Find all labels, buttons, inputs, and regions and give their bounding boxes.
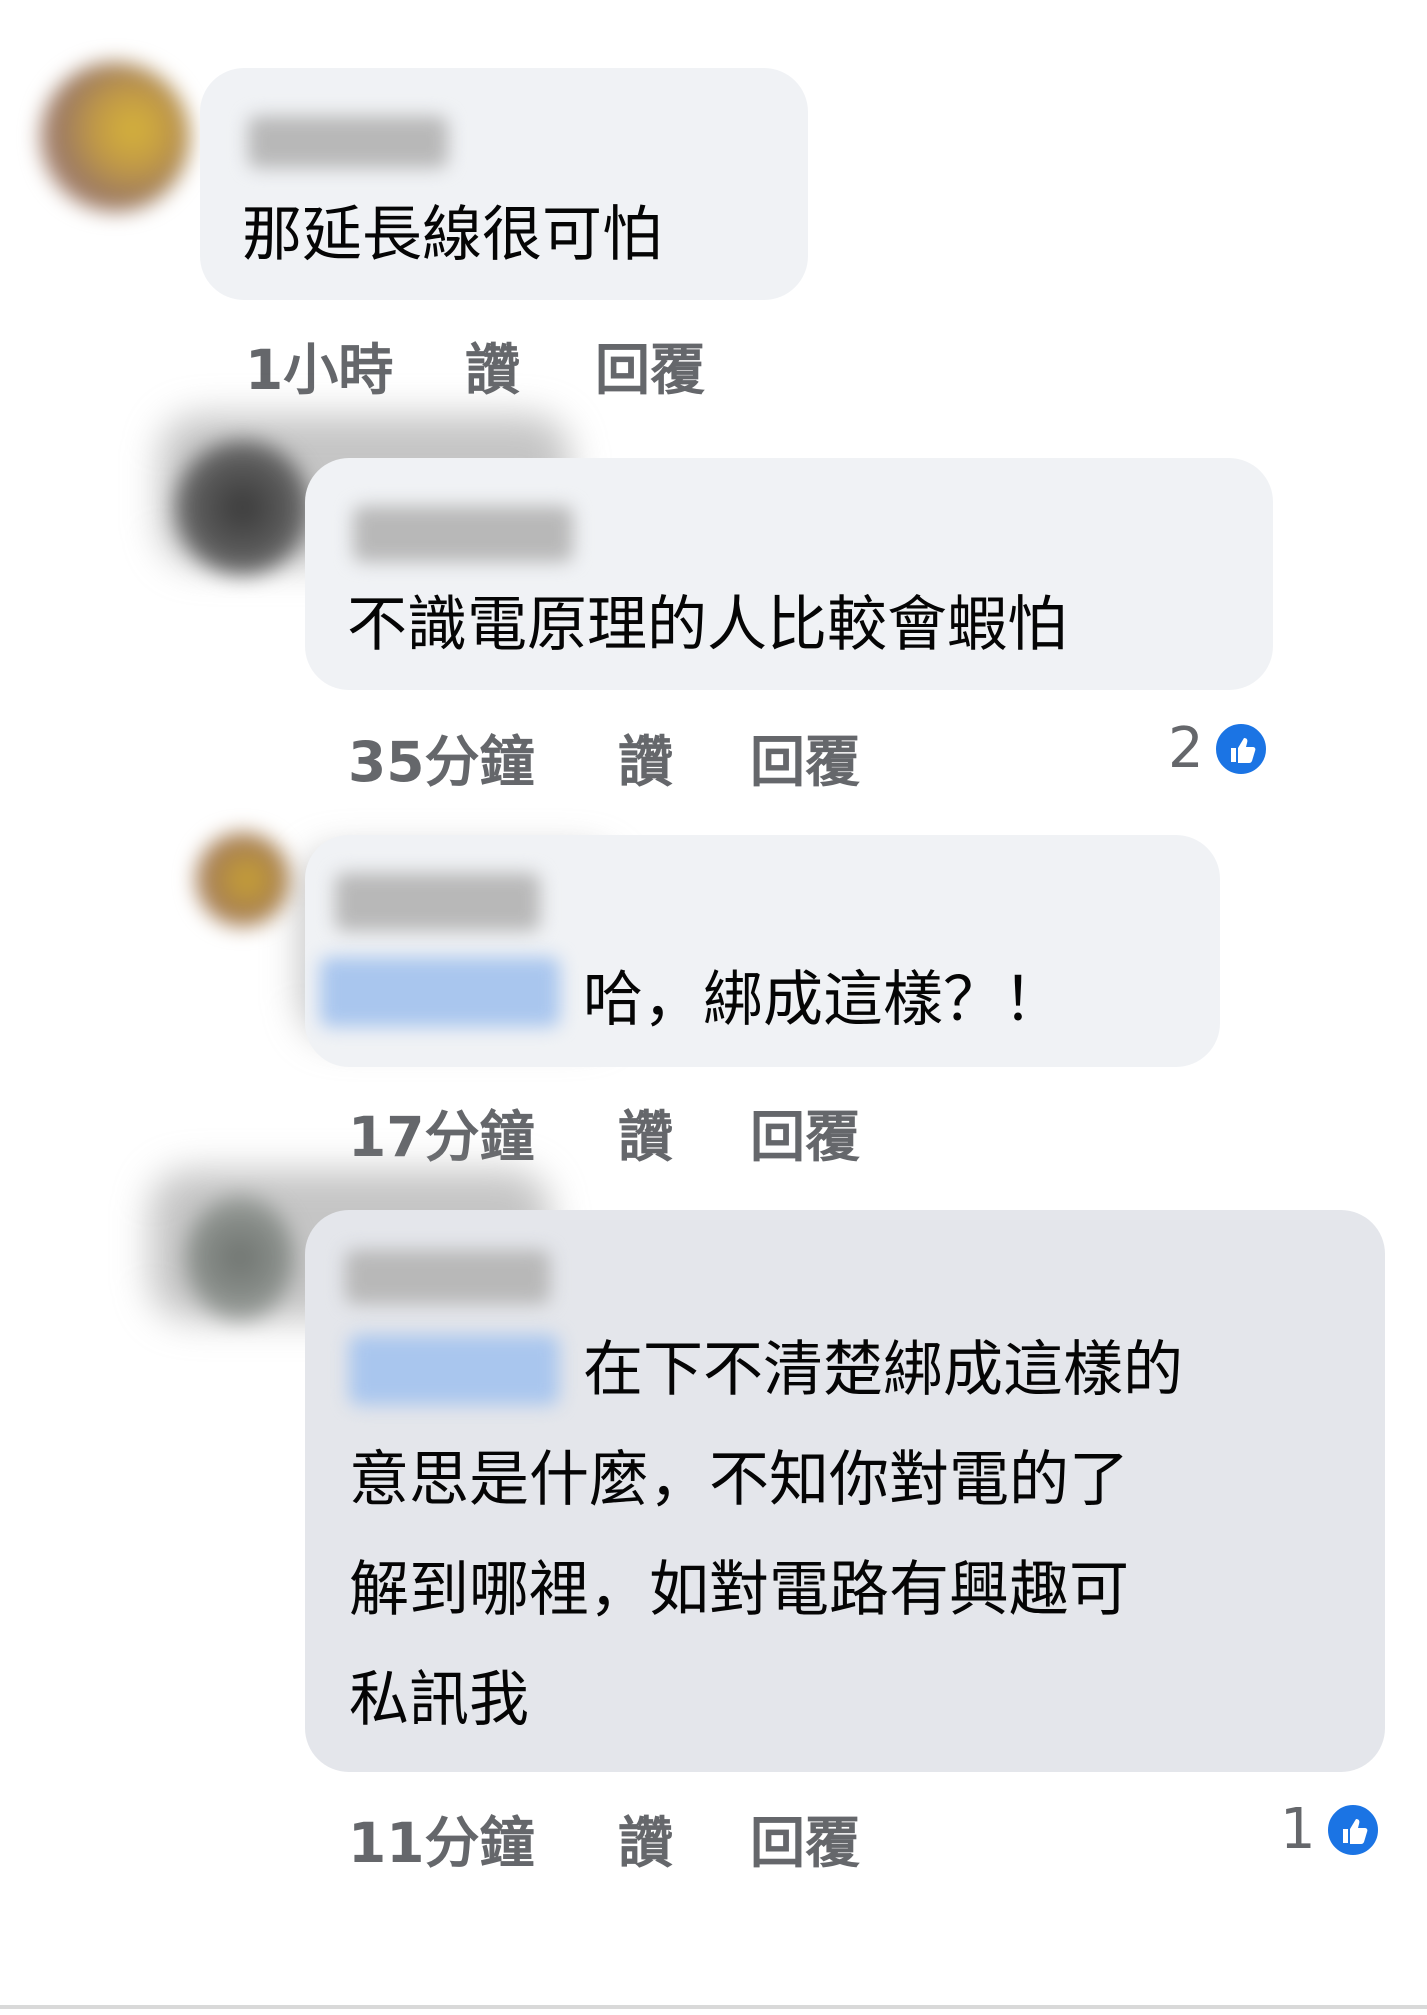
avatar[interactable] xyxy=(175,440,310,575)
comment-bubble[interactable]: 那延長線很可怕 xyxy=(200,68,808,300)
comment-bubble[interactable]: 在下不清楚綁成這樣的 意思是什麼，不知你對電的了 解到哪裡，如對電路有興趣可 私… xyxy=(305,1210,1385,1772)
comment-text: 私訊我 xyxy=(349,1665,529,1735)
mention-tag[interactable] xyxy=(320,957,560,1027)
comment-meta: 35分鐘讚回覆 xyxy=(348,717,860,797)
avatar[interactable] xyxy=(185,1195,295,1320)
reaction-summary[interactable]: 1 xyxy=(1280,1797,1382,1862)
thumbs-up-icon xyxy=(1211,719,1270,778)
comment-bubble[interactable]: 哈，綁成這樣？！ xyxy=(305,835,1220,1067)
reply-link[interactable]: 回覆 xyxy=(750,717,860,797)
reply-link[interactable]: 回覆 xyxy=(595,325,705,405)
commenter-name[interactable] xyxy=(353,506,573,562)
commenter-name[interactable] xyxy=(248,116,448,168)
commenter-name[interactable] xyxy=(345,1250,550,1304)
avatar[interactable] xyxy=(40,62,190,212)
comment-text: 意思是什麼，不知你對電的了 xyxy=(349,1445,1129,1515)
reply-link[interactable]: 回覆 xyxy=(750,1798,860,1878)
like-link[interactable]: 讚 xyxy=(618,717,750,797)
avatar[interactable] xyxy=(195,832,290,927)
comment-bubble[interactable]: 不識電原理的人比較會蝦怕 xyxy=(305,458,1273,690)
divider xyxy=(0,2005,1427,2009)
comment-time[interactable]: 17分鐘 xyxy=(348,1092,618,1172)
comment-text: 那延長線很可怕 xyxy=(242,200,662,270)
like-link[interactable]: 讚 xyxy=(618,1092,750,1172)
like-link[interactable]: 讚 xyxy=(618,1798,750,1878)
mention-tag[interactable] xyxy=(349,1335,559,1405)
reaction-summary[interactable]: 2 xyxy=(1168,716,1270,781)
reaction-count: 2 xyxy=(1168,716,1204,781)
comment-text: 在下不清楚綁成這樣的 xyxy=(583,1335,1183,1405)
comment-thread: 那延長線很可怕 1小時讚回覆 不識電原理的人比較會蝦怕 35分鐘讚回覆 2 哈，… xyxy=(0,0,1427,2015)
commenter-name[interactable] xyxy=(335,873,540,931)
comment-time[interactable]: 1小時 xyxy=(245,325,465,405)
comment-time[interactable]: 11分鐘 xyxy=(348,1798,618,1878)
reaction-count: 1 xyxy=(1280,1797,1316,1862)
comment-meta: 17分鐘讚回覆 xyxy=(348,1092,860,1172)
comment-time[interactable]: 35分鐘 xyxy=(348,717,618,797)
reply-link[interactable]: 回覆 xyxy=(750,1092,860,1172)
thumbs-up-icon xyxy=(1323,1800,1382,1859)
comment-text: 不識電原理的人比較會蝦怕 xyxy=(347,590,1067,660)
comment-meta: 11分鐘讚回覆 xyxy=(348,1798,860,1878)
comment-meta: 1小時讚回覆 xyxy=(245,325,705,405)
comment-text: 哈，綁成這樣？！ xyxy=(583,965,1063,1035)
like-link[interactable]: 讚 xyxy=(465,325,595,405)
comment-text: 解到哪裡，如對電路有興趣可 xyxy=(349,1555,1129,1625)
